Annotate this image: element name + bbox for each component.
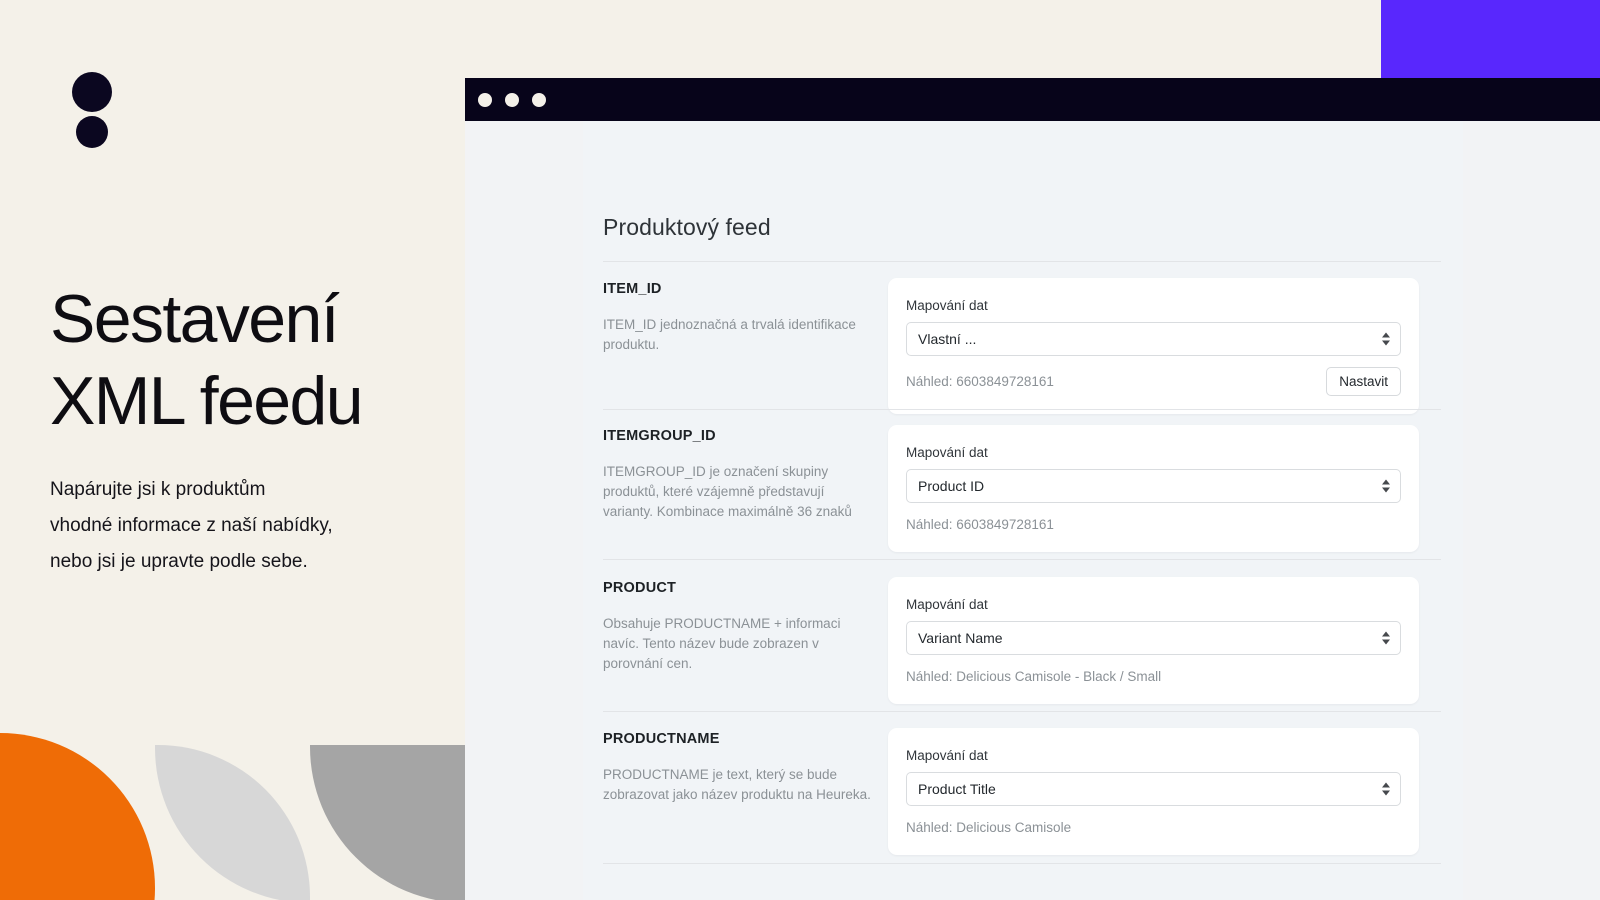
content-panel: Produktový feed ITEM_ID ITEM_ID jednozna… bbox=[583, 121, 1463, 900]
mapping-card: Mapování dat Product Title Náhled: Delic… bbox=[888, 728, 1419, 855]
browser-window: Produktový feed ITEM_ID ITEM_ID jednozna… bbox=[455, 78, 1600, 900]
mapping-label: Mapování dat bbox=[906, 748, 988, 763]
field-name: PRODUCTNAME bbox=[603, 731, 720, 747]
divider-top bbox=[603, 261, 1441, 262]
divider-4 bbox=[603, 863, 1441, 864]
preview-row: Náhled: 6603849728161 Nastavit bbox=[906, 367, 1401, 396]
mapping-select-value: Vlastní ... bbox=[918, 331, 977, 347]
preview-row: Náhled: Delicious Camisole bbox=[906, 817, 1401, 837]
page-title: Produktový feed bbox=[603, 214, 771, 240]
window-maximize-icon[interactable] bbox=[532, 92, 546, 107]
divider-2 bbox=[603, 559, 1441, 560]
purple-accent-block bbox=[1381, 0, 1600, 78]
light-gray-leaf-shape bbox=[155, 745, 310, 900]
mapping-select-value: Product Title bbox=[918, 781, 996, 797]
logo-dot-small bbox=[76, 116, 108, 148]
chevron-updown-icon bbox=[1382, 782, 1390, 796]
preview-row: Náhled: 6603849728161 bbox=[906, 514, 1401, 534]
field-name: ITEMGROUP_ID bbox=[603, 428, 716, 444]
preview-text: Náhled: Delicious Camisole - Black / Sma… bbox=[906, 668, 1162, 684]
two-dots-logo bbox=[72, 72, 112, 150]
divider-1 bbox=[603, 409, 1441, 410]
mapping-label: Mapování dat bbox=[906, 298, 988, 313]
field-description: ITEMGROUP_ID je označení skupiny produkt… bbox=[603, 464, 852, 519]
mapping-select[interactable]: Variant Name bbox=[906, 621, 1401, 655]
chevron-updown-icon bbox=[1382, 631, 1390, 645]
feed-row-info: ITEMGROUP_ID ITEMGROUP_ID je označení sk… bbox=[603, 428, 873, 522]
mapping-label: Mapování dat bbox=[906, 597, 988, 612]
field-name: ITEM_ID bbox=[603, 281, 662, 297]
window-minimize-icon[interactable] bbox=[505, 92, 519, 107]
mapping-select[interactable]: Vlastní ... bbox=[906, 322, 1401, 356]
mapping-card: Mapování dat Product ID Náhled: 66038497… bbox=[888, 425, 1419, 552]
browser-titlebar bbox=[455, 78, 1600, 121]
window-close-icon[interactable] bbox=[478, 92, 492, 107]
chevron-updown-icon bbox=[1382, 332, 1390, 346]
feed-row-info: PRODUCTNAME PRODUCTNAME je text, který s… bbox=[603, 731, 873, 805]
feed-row-info: ITEM_ID ITEM_ID jednoznačná a trvalá ide… bbox=[603, 281, 873, 355]
preview-text: Náhled: Delicious Camisole bbox=[906, 819, 1072, 835]
divider-3 bbox=[603, 711, 1441, 712]
field-description: Obsahuje PRODUCTNAME + informaci navíc. … bbox=[603, 616, 841, 671]
mapping-card: Mapování dat Variant Name Náhled: Delici… bbox=[888, 577, 1419, 704]
field-description: PRODUCTNAME je text, který se bude zobra… bbox=[603, 767, 871, 802]
orange-circle-shape bbox=[0, 733, 155, 900]
field-name: PRODUCT bbox=[603, 580, 677, 596]
mapping-card: Mapování dat Vlastní ... Náhled: 6603849… bbox=[888, 278, 1419, 414]
hero-subtitle: Napárujte jsi k produktům vhodné informa… bbox=[50, 479, 333, 572]
preview-text: Náhled: 6603849728161 bbox=[906, 516, 1054, 532]
mapping-select-value: Variant Name bbox=[918, 630, 1003, 646]
configure-button[interactable]: Nastavit bbox=[1326, 367, 1401, 396]
chevron-updown-icon bbox=[1382, 479, 1390, 493]
feed-row: PRODUCTNAME PRODUCTNAME je text, který s… bbox=[603, 728, 1441, 900]
mapping-select[interactable]: Product ID bbox=[906, 469, 1401, 503]
hero-panel: Sestavení XML feedu Napárujte jsi k prod… bbox=[0, 0, 465, 900]
gray-quarter-circle-shape bbox=[310, 745, 465, 900]
preview-text: Náhled: 6603849728161 bbox=[906, 374, 1054, 389]
mapping-select-value: Product ID bbox=[918, 478, 985, 494]
logo-dot-large bbox=[72, 72, 112, 112]
preview-row: Náhled: Delicious Camisole - Black / Sma… bbox=[906, 666, 1401, 686]
mapping-select[interactable]: Product Title bbox=[906, 772, 1401, 806]
screenshot-root: Sestavení XML feedu Napárujte jsi k prod… bbox=[0, 0, 1600, 900]
browser-viewport: Produktový feed ITEM_ID ITEM_ID jednozna… bbox=[455, 121, 1600, 900]
feed-row-info: PRODUCT Obsahuje PRODUCTNAME + informaci… bbox=[603, 580, 873, 674]
hero-title: Sestavení XML feedu bbox=[50, 281, 364, 439]
mapping-label: Mapování dat bbox=[906, 445, 988, 460]
field-description: ITEM_ID jednoznačná a trvalá identifikac… bbox=[603, 317, 856, 352]
